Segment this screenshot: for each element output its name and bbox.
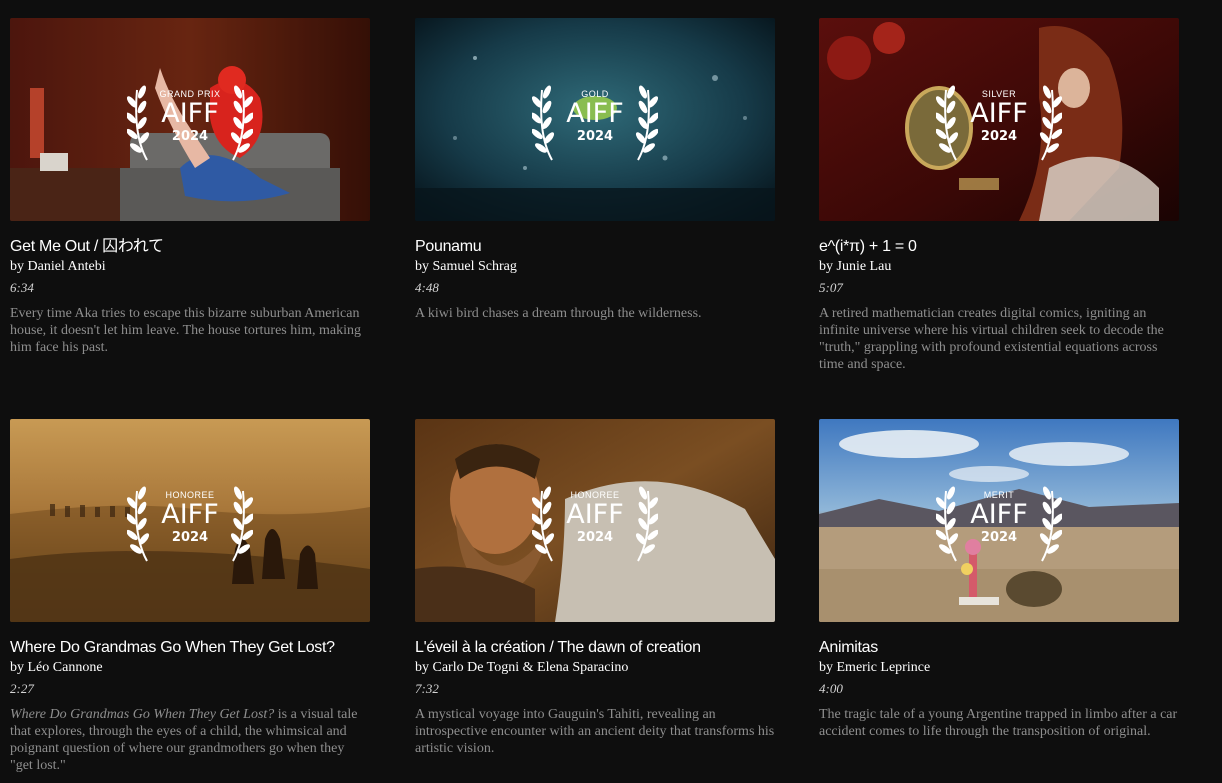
film-title[interactable]: Animitas	[819, 637, 1179, 658]
film-card: SILVER AIFF 2024 e^(i*π) + 1 = 0 by Juni…	[819, 18, 1179, 373]
laurel-right-icon	[230, 85, 253, 160]
film-card: HONOREE AIFF 2024 Where Do Grandmas Go W…	[10, 419, 370, 774]
laurel-right-icon	[635, 486, 658, 561]
award-badge: SILVER AIFF 2024	[934, 72, 1064, 168]
film-author: by Junie Lau	[819, 259, 892, 274]
film-author: by Carlo De Togni & Elena Sparacino	[415, 660, 629, 675]
award-badge: GRAND PRIX AIFF 2024	[125, 72, 255, 168]
award-badge: HONOREE AIFF 2024	[125, 473, 255, 569]
award-badge: GOLD AIFF 2024	[530, 72, 660, 168]
film-duration: 7:32	[415, 681, 439, 696]
description-text: A mystical voyage into Gauguin's Tahiti,…	[415, 707, 775, 756]
film-duration: 6:34	[10, 280, 34, 295]
film-title[interactable]: Pounamu	[415, 236, 775, 257]
film-duration: 5:07	[819, 280, 843, 295]
laurel-right-icon	[1039, 486, 1062, 561]
film-description: Every time Aka tries to escape this biza…	[10, 305, 370, 356]
film-thumbnail[interactable]: MERIT AIFF 2024	[819, 419, 1179, 622]
film-author: by Daniel Antebi	[10, 259, 106, 274]
film-card: MERIT AIFF 2024 Animitas by Emeric Lepri…	[819, 419, 1179, 740]
film-thumbnail[interactable]: GOLD AIFF 2024	[415, 18, 775, 221]
film-grid: GRAND PRIX AIFF 2024 Get Me Out / 囚われて b…	[0, 0, 1222, 783]
award-badge: HONOREE AIFF 2024	[530, 473, 660, 569]
film-duration: 4:48	[415, 280, 439, 295]
description-italic: Where Do Grandmas Go When They Get Lost?	[10, 707, 275, 722]
film-description: A kiwi bird chases a dream through the w…	[415, 305, 775, 322]
film-author: by Samuel Schrag	[415, 259, 517, 274]
description-text: A kiwi bird chases a dream through the w…	[415, 306, 702, 321]
film-card: GOLD AIFF 2024 Pounamu by Samuel Schrag …	[415, 18, 775, 322]
film-thumbnail[interactable]: GRAND PRIX AIFF 2024	[10, 18, 370, 221]
award-badge: MERIT AIFF 2024	[934, 473, 1064, 569]
laurel-right-icon	[230, 486, 253, 561]
film-card: HONOREE AIFF 2024 L'éveil à la création …	[415, 419, 775, 757]
film-card: GRAND PRIX AIFF 2024 Get Me Out / 囚われて b…	[10, 18, 370, 356]
film-title[interactable]: L'éveil à la création / The dawn of crea…	[415, 637, 775, 658]
film-description: The tragic tale of a young Argentine tra…	[819, 706, 1179, 740]
description-text: Every time Aka tries to escape this biza…	[10, 306, 362, 355]
film-author: by Léo Cannone	[10, 660, 103, 675]
film-duration: 2:27	[10, 681, 34, 696]
film-thumbnail[interactable]: HONOREE AIFF 2024	[10, 419, 370, 622]
description-text: The tragic tale of a young Argentine tra…	[819, 707, 1178, 739]
film-title[interactable]: Where Do Grandmas Go When They Get Lost?	[10, 637, 370, 658]
film-thumbnail[interactable]: HONOREE AIFF 2024	[415, 419, 775, 622]
film-title[interactable]: Get Me Out / 囚われて	[10, 236, 370, 257]
description-text: A retired mathematician creates digital …	[819, 306, 1164, 372]
film-description: A retired mathematician creates digital …	[819, 305, 1179, 373]
film-description: Where Do Grandmas Go When They Get Lost?…	[10, 706, 370, 774]
film-duration: 4:00	[819, 681, 843, 696]
film-description: A mystical voyage into Gauguin's Tahiti,…	[415, 706, 775, 757]
film-title[interactable]: e^(i*π) + 1 = 0	[819, 236, 1179, 257]
laurel-right-icon	[1039, 85, 1062, 160]
film-thumbnail[interactable]: SILVER AIFF 2024	[819, 18, 1179, 221]
laurel-right-icon	[635, 85, 658, 160]
film-author: by Emeric Leprince	[819, 660, 931, 675]
